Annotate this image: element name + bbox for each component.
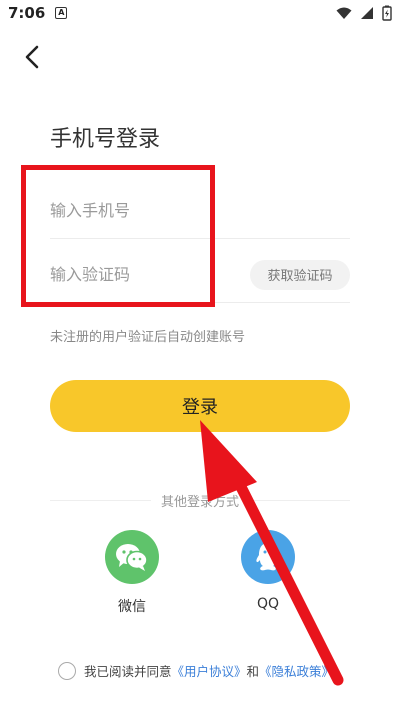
- back-button[interactable]: [20, 45, 44, 69]
- wechat-login-button[interactable]: 微信: [102, 530, 162, 616]
- status-icons: [336, 5, 392, 21]
- phone-input[interactable]: [50, 183, 350, 238]
- privacy-policy-link[interactable]: 《隐私政策》: [259, 661, 334, 680]
- notification-icon: A: [55, 7, 68, 19]
- code-field: 获取验证码: [50, 247, 350, 303]
- phone-field: [50, 183, 350, 239]
- get-code-button[interactable]: 获取验证码: [250, 259, 350, 290]
- status-bar: 7:06 A: [0, 0, 400, 26]
- qq-label: QQ: [256, 596, 280, 612]
- agreement-checkbox[interactable]: [58, 661, 76, 680]
- other-login-text: 其他登录方式: [150, 495, 249, 510]
- wechat-label: 微信: [118, 599, 146, 615]
- register-hint: 未注册的用户验证后自动创建账号: [50, 330, 246, 345]
- page-title: 手机号登录: [50, 127, 161, 152]
- agreement-conjunction: 和: [246, 664, 260, 679]
- status-time: 7:06: [8, 4, 46, 22]
- verification-code-input[interactable]: [50, 247, 250, 302]
- chevron-left-icon: [25, 45, 39, 69]
- wechat-icon: [105, 530, 159, 584]
- battery-icon: [382, 5, 392, 21]
- agreement-text: 我已阅读并同意: [84, 664, 172, 679]
- other-login-label: 其他登录方式: [0, 491, 400, 510]
- qq-icon: [241, 530, 295, 584]
- user-agreement-link[interactable]: 《用户协议》: [172, 661, 247, 680]
- agreement-row: 我已阅读并同意 《用户协议》 和 《隐私政策》: [58, 661, 334, 680]
- annotation-arrow: [200, 420, 344, 686]
- qq-login-button[interactable]: QQ: [238, 530, 298, 612]
- signal-icon: [361, 7, 373, 19]
- wifi-icon: [336, 7, 352, 19]
- login-button[interactable]: 登录: [50, 380, 350, 432]
